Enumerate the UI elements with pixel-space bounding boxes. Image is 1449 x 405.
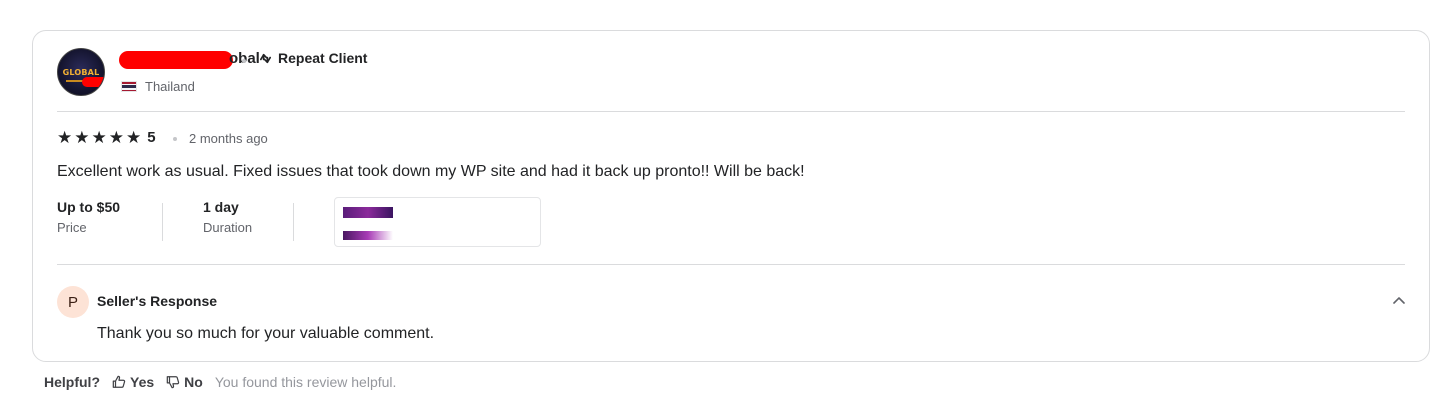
reviewer-country: Thailand: [121, 79, 195, 94]
star-icon: ★: [108, 128, 124, 147]
star-icon: ★: [91, 128, 107, 147]
helpful-no-button[interactable]: No: [166, 374, 203, 390]
divider: [57, 111, 1405, 112]
divider: [162, 203, 163, 241]
price-block: Up to $50 Price: [57, 199, 120, 235]
delivery-thumbnail[interactable]: [334, 197, 541, 247]
helpful-yes-label: Yes: [130, 374, 155, 390]
avatar-logo: GLOBAL: [62, 68, 100, 77]
star-icon: ★: [126, 128, 142, 147]
divider: [293, 203, 294, 241]
seller-avatar: P: [57, 286, 89, 318]
redaction-mark: [82, 77, 104, 87]
separator-dot: [242, 59, 246, 63]
helpful-no-label: No: [184, 374, 203, 390]
price-value: Up to $50: [57, 199, 121, 215]
chevron-up-icon[interactable]: [1393, 291, 1405, 309]
rating-value: 5: [147, 129, 156, 146]
star-icon: ★: [74, 128, 90, 147]
review-text: Excellent work as usual. Fixed issues th…: [57, 163, 805, 180]
repeat-client-badge: Repeat Client: [258, 50, 367, 66]
helpful-label: Helpful?: [44, 374, 100, 390]
repeat-icon: [259, 53, 272, 63]
review-age: 2 months ago: [189, 131, 268, 146]
thumbnail-image: [343, 231, 393, 240]
star-rating: ★ ★ ★ ★ ★ 5: [57, 129, 156, 146]
seller-response-title: Seller's Response: [97, 293, 218, 309]
helpful-yes-button[interactable]: Yes: [112, 374, 154, 390]
thumbnail-image: [343, 207, 393, 218]
thumbs-up-icon: [112, 375, 126, 388]
thumbs-down-icon: [166, 376, 180, 389]
price-label: Price: [57, 220, 87, 235]
divider: [57, 264, 1405, 265]
star-icon: ★: [57, 128, 73, 147]
redaction-mark: [119, 51, 233, 69]
review-card: GLOBAL obal Repeat Client Thailand ★ ★ ★…: [32, 30, 1430, 362]
duration-value: 1 day: [203, 199, 239, 215]
helpful-bar: Helpful? Yes No You found this review he…: [44, 374, 396, 390]
repeat-client-label: Repeat Client: [278, 50, 368, 66]
country-name: Thailand: [145, 79, 195, 94]
separator-dot: [173, 137, 177, 141]
duration-label: Duration: [203, 220, 253, 235]
helpful-note: You found this review helpful.: [214, 374, 397, 390]
duration-block: 1 day Duration: [203, 199, 252, 235]
thailand-flag-icon: [121, 81, 137, 92]
seller-response-text: Thank you so much for your valuable comm…: [97, 325, 435, 342]
reviewer-avatar[interactable]: GLOBAL: [57, 48, 105, 96]
